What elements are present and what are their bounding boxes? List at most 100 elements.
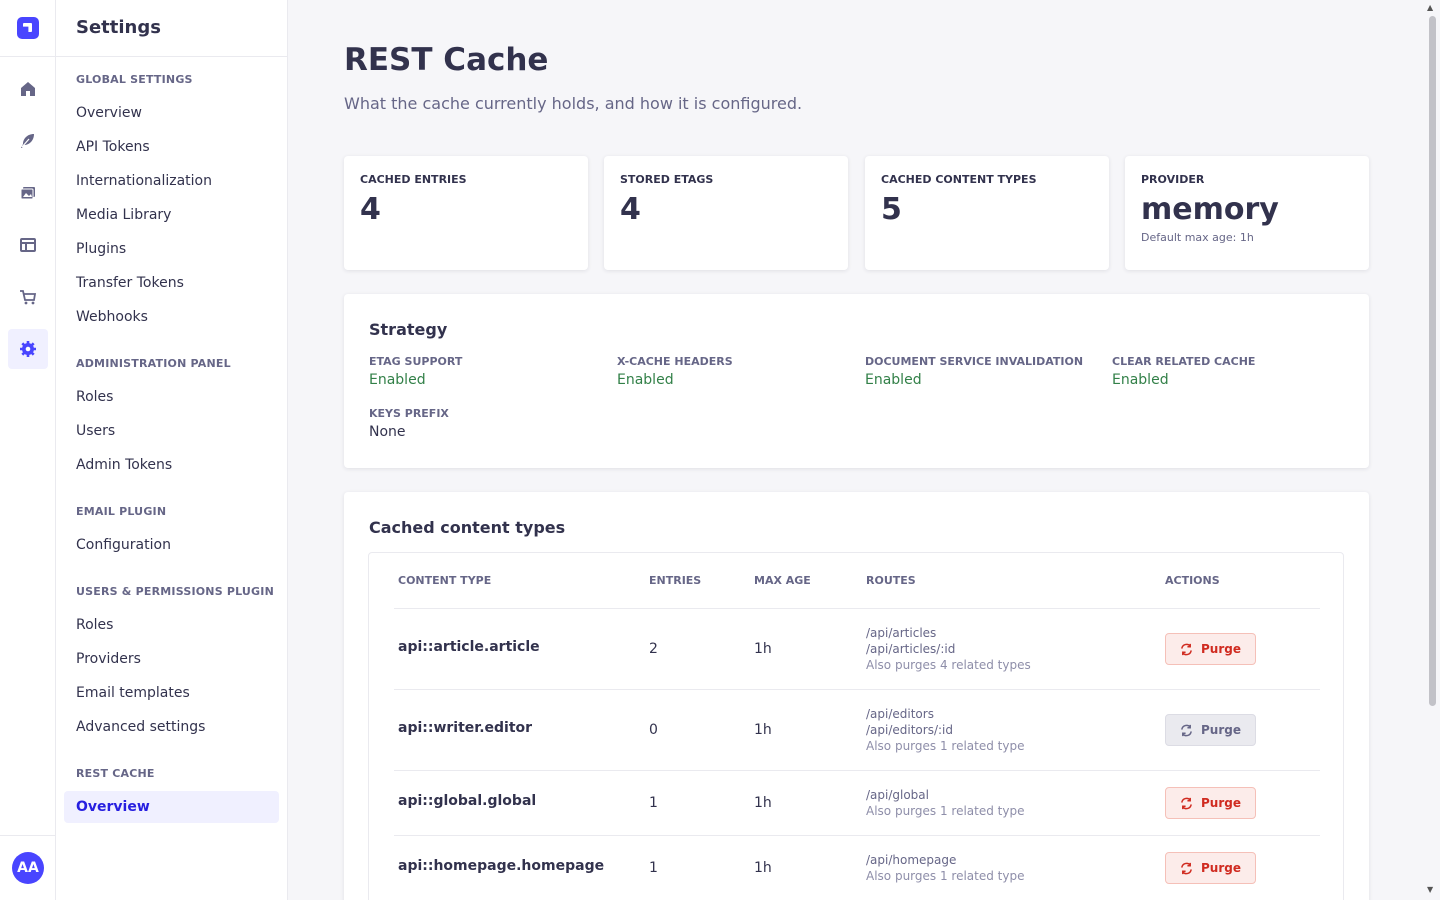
related-types-note: Also purges 1 related type bbox=[866, 804, 1025, 818]
stat-value: 4 bbox=[360, 192, 381, 227]
route-item: /api/global bbox=[866, 788, 929, 802]
purge-label: Purge bbox=[1201, 861, 1241, 875]
nav-section-email-plugin: Email Plugin bbox=[76, 505, 167, 518]
stat-label: Cached entries bbox=[360, 173, 467, 186]
strategy-label: Keys prefix bbox=[369, 407, 449, 420]
stat-label: Stored ETags bbox=[620, 173, 714, 186]
nav-item-advanced-settings[interactable]: Advanced settings bbox=[64, 711, 279, 743]
layout-icon[interactable] bbox=[8, 225, 48, 265]
purge-button[interactable]: Purge bbox=[1165, 852, 1256, 884]
stat-label: Cached content types bbox=[881, 173, 1037, 186]
strategy-document-service-invalidation: Document service invalidation Enabled bbox=[865, 355, 1083, 388]
nav-item-email-templates[interactable]: Email templates bbox=[64, 677, 279, 709]
routes-list: /api/homepage Also purges 1 related type bbox=[866, 852, 1024, 884]
table-row: api::article.article 2 1h /api/articles … bbox=[394, 608, 1320, 689]
stat-card-stored-etags: Stored ETags 4 bbox=[604, 156, 848, 270]
user-avatar[interactable]: AA bbox=[12, 852, 44, 884]
refresh-icon bbox=[1181, 643, 1192, 655]
column-header-entries[interactable]: Entries bbox=[649, 574, 701, 587]
main-content: REST Cache What the cache currently hold… bbox=[288, 0, 1424, 900]
nav-section-administration-panel: Administration Panel bbox=[76, 357, 231, 370]
max-age: 1h bbox=[754, 722, 772, 738]
related-types-note: Also purges 1 related type bbox=[866, 869, 1025, 883]
route-item: /api/editors bbox=[866, 707, 934, 721]
content-type-uid: api::global.global bbox=[398, 793, 537, 809]
nav-item-plugins[interactable]: Plugins bbox=[64, 233, 279, 265]
nav-section-users-permissions: Users & Permissions Plugin bbox=[76, 585, 274, 598]
purge-button[interactable]: Purge bbox=[1165, 633, 1256, 665]
nav-item-admin-tokens[interactable]: Admin Tokens bbox=[64, 449, 279, 481]
purge-button-disabled: Purge bbox=[1165, 714, 1256, 746]
nav-item-providers[interactable]: Providers bbox=[64, 643, 279, 675]
nav-item-transfer-tokens[interactable]: Transfer Tokens bbox=[64, 267, 279, 299]
strategy-x-cache-headers: X-Cache headers Enabled bbox=[617, 355, 733, 388]
stat-card-cached-entries: Cached entries 4 bbox=[344, 156, 588, 270]
content-type-uid: api::homepage.homepage bbox=[398, 858, 605, 874]
purge-label: Purge bbox=[1201, 642, 1241, 656]
nav-item-configuration[interactable]: Configuration bbox=[64, 529, 279, 561]
table-row: api::homepage.homepage 1 1h /api/homepag… bbox=[394, 835, 1320, 900]
nav-section-rest-cache: REST Cache bbox=[76, 767, 155, 780]
page-scrollbar[interactable]: ▲ ▼ bbox=[1424, 0, 1440, 900]
route-item: /api/homepage bbox=[866, 853, 957, 867]
cached-types-title: Cached content types bbox=[369, 518, 566, 537]
purge-button[interactable]: Purge bbox=[1165, 787, 1256, 819]
column-header-routes[interactable]: Routes bbox=[866, 574, 916, 587]
content-type-uid: api::writer.editor bbox=[398, 720, 533, 736]
nav-item-webhooks[interactable]: Webhooks bbox=[64, 301, 279, 333]
refresh-icon bbox=[1181, 724, 1192, 736]
strategy-value: Enabled bbox=[617, 372, 674, 388]
entries-count: 0 bbox=[649, 722, 658, 738]
nav-item-roles[interactable]: Roles bbox=[64, 381, 279, 413]
refresh-icon bbox=[1181, 797, 1192, 809]
cached-content-types-panel: Cached content types Content type Entrie… bbox=[344, 492, 1369, 900]
entries-count: 1 bbox=[649, 795, 658, 811]
cart-icon[interactable] bbox=[8, 277, 48, 317]
page-title: REST Cache bbox=[344, 42, 549, 78]
related-types-note: Also purges 4 related types bbox=[866, 658, 1031, 672]
related-types-note: Also purges 1 related type bbox=[866, 739, 1025, 753]
nav-item-up-roles[interactable]: Roles bbox=[64, 609, 279, 641]
scroll-up-arrow-icon[interactable]: ▲ bbox=[1427, 3, 1433, 12]
entries-count: 2 bbox=[649, 641, 658, 657]
max-age: 1h bbox=[754, 860, 772, 876]
stat-note: Default max age: 1h bbox=[1141, 231, 1254, 244]
strategy-label: ETag support bbox=[369, 355, 463, 368]
strategy-value: Enabled bbox=[369, 372, 426, 388]
scroll-thumb[interactable] bbox=[1429, 16, 1436, 706]
media-icon[interactable] bbox=[8, 173, 48, 213]
strategy-label: Clear related cache bbox=[1112, 355, 1256, 368]
nav-item-media-library[interactable]: Media Library bbox=[64, 199, 279, 231]
table-row: api::global.global 1 1h /api/global Also… bbox=[394, 770, 1320, 835]
feather-icon[interactable] bbox=[8, 121, 48, 161]
nav-item-users[interactable]: Users bbox=[64, 415, 279, 447]
strategy-label: Document service invalidation bbox=[865, 355, 1084, 368]
refresh-icon bbox=[1181, 862, 1192, 874]
entries-count: 1 bbox=[649, 860, 658, 876]
purge-label: Purge bbox=[1201, 723, 1241, 737]
home-icon[interactable] bbox=[8, 69, 48, 109]
rail-bottom-divider bbox=[0, 835, 56, 836]
table-row: api::writer.editor 0 1h /api/editors /ap… bbox=[394, 689, 1320, 770]
nav-item-internationalization[interactable]: Internationalization bbox=[64, 165, 279, 197]
routes-list: /api/articles /api/articles/:id Also pur… bbox=[866, 625, 1031, 673]
column-header-actions[interactable]: Actions bbox=[1165, 574, 1220, 587]
strategy-label: X-Cache headers bbox=[617, 355, 733, 368]
strategy-value: Enabled bbox=[1112, 372, 1169, 388]
logo-icon[interactable] bbox=[17, 17, 39, 39]
stat-label: Provider bbox=[1141, 173, 1205, 186]
column-header-max-age[interactable]: Max age bbox=[754, 574, 811, 587]
strategy-value: Enabled bbox=[865, 372, 922, 388]
nav-item-rest-cache-overview[interactable]: Overview bbox=[64, 791, 279, 823]
stat-card-provider: Provider memory Default max age: 1h bbox=[1125, 156, 1369, 270]
nav-item-overview[interactable]: Overview bbox=[64, 97, 279, 129]
settings-icon[interactable] bbox=[8, 329, 48, 369]
strategy-keys-prefix: Keys prefix None bbox=[369, 407, 449, 440]
scroll-down-arrow-icon[interactable]: ▼ bbox=[1427, 885, 1433, 894]
routes-list: /api/editors /api/editors/:id Also purge… bbox=[866, 706, 1024, 754]
strategy-panel: Strategy ETag support Enabled X-Cache he… bbox=[344, 294, 1369, 468]
main-nav-rail: AA bbox=[0, 0, 56, 900]
column-header-content-type[interactable]: Content type bbox=[398, 574, 491, 587]
route-item: /api/editors/:id bbox=[866, 723, 953, 737]
nav-item-api-tokens[interactable]: API Tokens bbox=[64, 131, 279, 163]
